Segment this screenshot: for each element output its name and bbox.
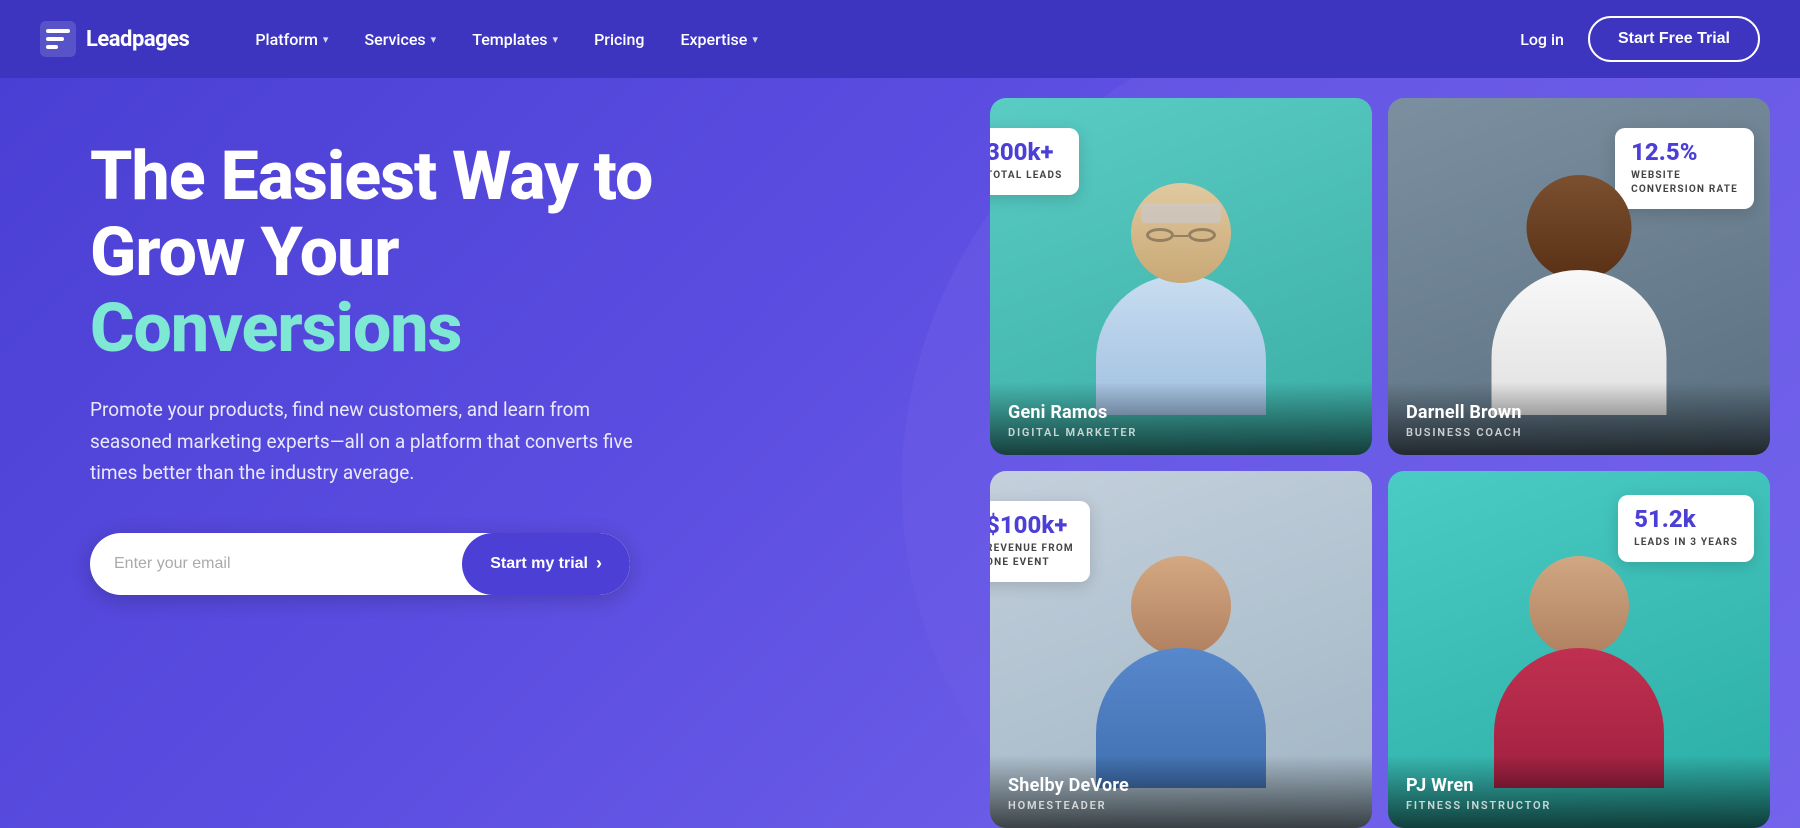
logo-text: Leadpages (86, 27, 189, 52)
card-overlay-pj: PJ Wren Fitness Instructor (1388, 755, 1770, 828)
person-illustration-pj (1494, 556, 1664, 788)
start-trial-button[interactable]: Start my trial › (462, 533, 630, 595)
chevron-down-icon: ▾ (323, 33, 329, 46)
stat-value: $100k+ (990, 513, 1074, 537)
stat-value: 12.5% (1631, 140, 1738, 164)
stat-value: 51.2k (1634, 507, 1738, 531)
person-name-geni: Geni Ramos (1008, 402, 1354, 423)
nav-item-expertise[interactable]: Expertise ▾ (664, 22, 773, 57)
person-card-pj: 51.2k LEADS IN 3 YEARS PJ Wren Fitness I… (1388, 471, 1770, 828)
person-role-pj: Fitness Instructor (1406, 799, 1752, 812)
stat-label: TOTAL LEADS (990, 169, 1063, 183)
stat-badge-51k: 51.2k LEADS IN 3 YEARS (1618, 495, 1754, 562)
stat-label: LEADS IN 3 YEARS (1634, 536, 1738, 550)
nav-item-platform[interactable]: Platform ▾ (239, 22, 344, 57)
hero-headline-accent: Conversions (90, 288, 461, 368)
person-name-darnell: Darnell Brown (1406, 402, 1752, 423)
hero-subtext: Promote your products, find new customer… (90, 394, 670, 488)
card-overlay-shelby: Shelby DeVore Homesteader (990, 755, 1372, 828)
stat-badge-300k: 300k+ TOTAL LEADS (990, 128, 1079, 195)
logo[interactable]: Leadpages (40, 21, 189, 57)
person-card-geni: 300k+ TOTAL LEADS Geni Ramos Digital Mar… (990, 98, 1372, 455)
person-role-darnell: Business Coach (1406, 426, 1752, 439)
start-free-trial-button[interactable]: Start Free Trial (1588, 16, 1760, 62)
chevron-down-icon: ▾ (752, 33, 758, 46)
hero-headline: The Easiest Way to Grow Your Conversions (90, 138, 770, 366)
stat-label: REVENUE FROMONE EVENT (990, 542, 1074, 570)
person-card-shelby: $100k+ REVENUE FROMONE EVENT Shelby DeVo… (990, 471, 1372, 828)
person-name-pj: PJ Wren (1406, 775, 1752, 796)
nav-right: Log in Start Free Trial (1520, 16, 1760, 62)
person-name-shelby: Shelby DeVore (1008, 775, 1354, 796)
person-illustration-shelby (1096, 556, 1266, 788)
nav-links: Platform ▾ Services ▾ Templates ▾ Pricin… (239, 22, 1520, 57)
stat-value: 300k+ (990, 140, 1063, 164)
nav-item-services[interactable]: Services ▾ (348, 22, 452, 57)
hero-headline-line1: The Easiest Way to (90, 136, 652, 216)
person-illustration-geni (1096, 183, 1266, 415)
hero-email-form: Start my trial › (90, 533, 630, 595)
login-link[interactable]: Log in (1520, 30, 1564, 49)
person-illustration-darnell (1492, 175, 1667, 415)
chevron-down-icon: ▾ (553, 33, 559, 46)
hero-headline-line2: Grow Your (90, 212, 399, 292)
person-role-geni: Digital Marketer (1008, 426, 1354, 439)
leadpages-logo-icon (40, 21, 76, 57)
email-input[interactable] (114, 555, 462, 573)
hero-section: The Easiest Way to Grow Your Conversions… (0, 78, 1800, 828)
card-overlay-geni: Geni Ramos Digital Marketer (990, 382, 1372, 455)
hero-left-content: The Easiest Way to Grow Your Conversions… (90, 138, 770, 595)
person-card-darnell: 12.5% WEBSITECONVERSION RATE Darnell Bro… (1388, 98, 1770, 455)
nav-item-pricing[interactable]: Pricing (578, 22, 660, 57)
nav-item-templates[interactable]: Templates ▾ (456, 22, 574, 57)
card-overlay-darnell: Darnell Brown Business Coach (1388, 382, 1770, 455)
chevron-down-icon: ▾ (431, 33, 437, 46)
person-role-shelby: Homesteader (1008, 799, 1354, 812)
navigation: Leadpages Platform ▾ Services ▾ Template… (0, 0, 1800, 78)
arrow-icon: › (596, 553, 602, 574)
hero-cards-grid: 300k+ TOTAL LEADS Geni Ramos Digital Mar… (990, 98, 1770, 828)
stat-badge-100k: $100k+ REVENUE FROMONE EVENT (990, 501, 1090, 582)
